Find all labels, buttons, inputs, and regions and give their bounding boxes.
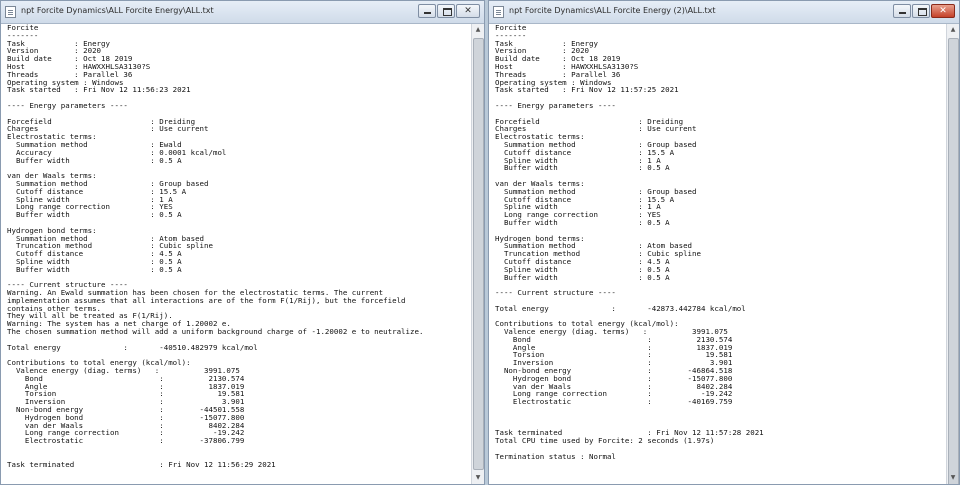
scroll-up-arrow-icon[interactable]: ▲: [947, 24, 959, 36]
scroll-up-arrow-icon[interactable]: ▲: [472, 24, 484, 36]
text-file-icon: [493, 6, 504, 18]
left-text-line: Buffer width : 0.5 A: [7, 155, 182, 165]
close-button[interactable]: ✕: [931, 4, 955, 18]
maximize-button[interactable]: [912, 4, 930, 18]
left-text-line: Task terminated : Fri Nov 12 11:56:29 20…: [7, 459, 276, 469]
left-text-line: Total energy : -40510.482979 kcal/mol: [7, 342, 258, 352]
right-window-titlebar[interactable]: npt Forcite Dynamics\ALL Forcite Energy …: [489, 1, 959, 24]
left-vertical-scrollbar[interactable]: ▲ ▼: [471, 24, 484, 484]
right-text-line: ---- Current structure ----: [495, 288, 616, 298]
right-text-window[interactable]: npt Forcite Dynamics\ALL Forcite Energy …: [488, 0, 960, 485]
right-text-line: Task started : Fri Nov 12 11:57:25 2021: [495, 85, 679, 95]
left-text-line: Electrostatic : -37806.799: [7, 436, 245, 446]
right-text-line: Total CPU time used by Forcite: 2 second…: [495, 436, 715, 446]
left-text-line: Buffer width : 0.5 A: [7, 210, 182, 220]
close-button[interactable]: ✕: [456, 4, 480, 18]
minimize-button[interactable]: [418, 4, 436, 18]
left-text-line: Task started : Fri Nov 12 11:56:23 2021: [7, 85, 191, 95]
left-scroll-thumb[interactable]: [473, 38, 484, 470]
right-window-title: npt Forcite Dynamics\ALL Forcite Energy …: [509, 6, 716, 15]
left-text-line: The chosen summation method will add a u…: [7, 327, 424, 337]
right-text-line: Termination status : Normal: [495, 451, 616, 461]
right-text-content[interactable]: Forcite ------- Task : Energy Version : …: [495, 24, 945, 484]
right-text-line: Electrostatic : -40169.759: [495, 397, 733, 407]
scroll-down-arrow-icon[interactable]: ▼: [472, 472, 484, 484]
right-window-controls: ✕: [892, 4, 955, 20]
left-text-window[interactable]: npt Forcite Dynamics\ALL Forcite Energy\…: [0, 0, 485, 485]
left-text-line: ---- Energy parameters ----: [7, 100, 128, 110]
scroll-down-arrow-icon[interactable]: ▼: [947, 472, 959, 484]
right-vertical-scrollbar[interactable]: ▲ ▼: [946, 24, 959, 484]
right-text-line: ---- Energy parameters ----: [495, 100, 616, 110]
minimize-button[interactable]: [893, 4, 911, 18]
left-text-line: Buffer width : 0.5 A: [7, 264, 182, 274]
left-file-text: Forcite ------- Task : Energy Version : …: [7, 24, 470, 468]
maximize-button[interactable]: [437, 4, 455, 18]
right-text-line: Buffer width : 0.5 A: [495, 217, 670, 227]
text-file-icon: [5, 6, 16, 18]
right-text-line: Buffer width : 0.5 A: [495, 272, 670, 282]
left-window-title: npt Forcite Dynamics\ALL Forcite Energy\…: [21, 6, 214, 15]
right-scroll-thumb[interactable]: [948, 38, 959, 484]
left-window-controls: ✕: [417, 4, 480, 20]
left-window-titlebar[interactable]: npt Forcite Dynamics\ALL Forcite Energy\…: [1, 1, 484, 24]
left-text-content[interactable]: Forcite ------- Task : Energy Version : …: [7, 24, 470, 484]
right-file-text: Forcite ------- Task : Energy Version : …: [495, 24, 945, 461]
right-text-line: Total energy : -42873.442784 kcal/mol: [495, 303, 746, 313]
right-text-line: Buffer width : 0.5 A: [495, 163, 670, 173]
